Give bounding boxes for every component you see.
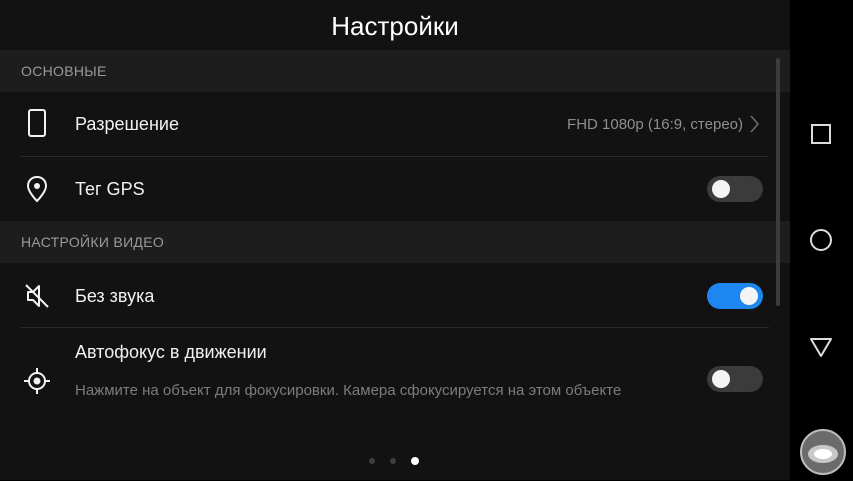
gps-label: Тег GPS <box>75 179 145 199</box>
resolution-value: FHD 1080p (16:9, стерео) <box>567 116 743 133</box>
page-dot[interactable] <box>369 458 375 464</box>
recents-square-icon[interactable] <box>808 121 834 147</box>
chevron-right-icon <box>747 114 761 134</box>
home-circle-icon[interactable] <box>808 227 834 253</box>
setting-mute[interactable]: Без звука <box>0 263 783 327</box>
focus-target-icon <box>22 366 52 396</box>
system-nav-bar <box>790 0 853 480</box>
settings-list[interactable]: ОСНОВНЫЕ Разрешение FHD 1080p (16:9, сте… <box>0 50 790 417</box>
settings-panel: Настройки ОСНОВНЫЕ Разрешение FHD 1080p … <box>0 0 790 480</box>
mute-toggle[interactable] <box>707 283 763 309</box>
resolution-label: Разрешение <box>75 114 179 134</box>
toggle-knob <box>712 180 730 198</box>
autofocus-description: Нажмите на объект для фокусировки. Камер… <box>75 382 622 399</box>
back-triangle-icon[interactable] <box>808 334 834 360</box>
page-title: Настройки <box>331 11 459 41</box>
scrollbar[interactable] <box>776 58 780 306</box>
phone-outline-icon <box>22 109 52 139</box>
section-header-basic: ОСНОВНЫЕ <box>0 50 790 92</box>
setting-resolution[interactable]: Разрешение FHD 1080p (16:9, стерео) <box>0 92 783 156</box>
watermark-logo <box>798 428 848 476</box>
page-dot-active[interactable] <box>411 457 419 465</box>
setting-autofocus[interactable]: Автофокус в движении Нажмите на объект д… <box>0 328 783 417</box>
gps-toggle[interactable] <box>707 176 763 202</box>
toggle-knob <box>712 370 730 388</box>
section-header-video: НАСТРОЙКИ ВИДЕО <box>0 221 790 263</box>
toggle-knob <box>740 287 758 305</box>
speaker-muted-icon <box>22 281 52 311</box>
setting-gps[interactable]: Тег GPS <box>0 157 783 221</box>
autofocus-toggle[interactable] <box>707 366 763 392</box>
mute-label: Без звука <box>75 286 155 306</box>
location-pin-icon <box>22 174 52 204</box>
autofocus-label: Автофокус в движении <box>75 342 267 362</box>
page-dot[interactable] <box>390 458 396 464</box>
